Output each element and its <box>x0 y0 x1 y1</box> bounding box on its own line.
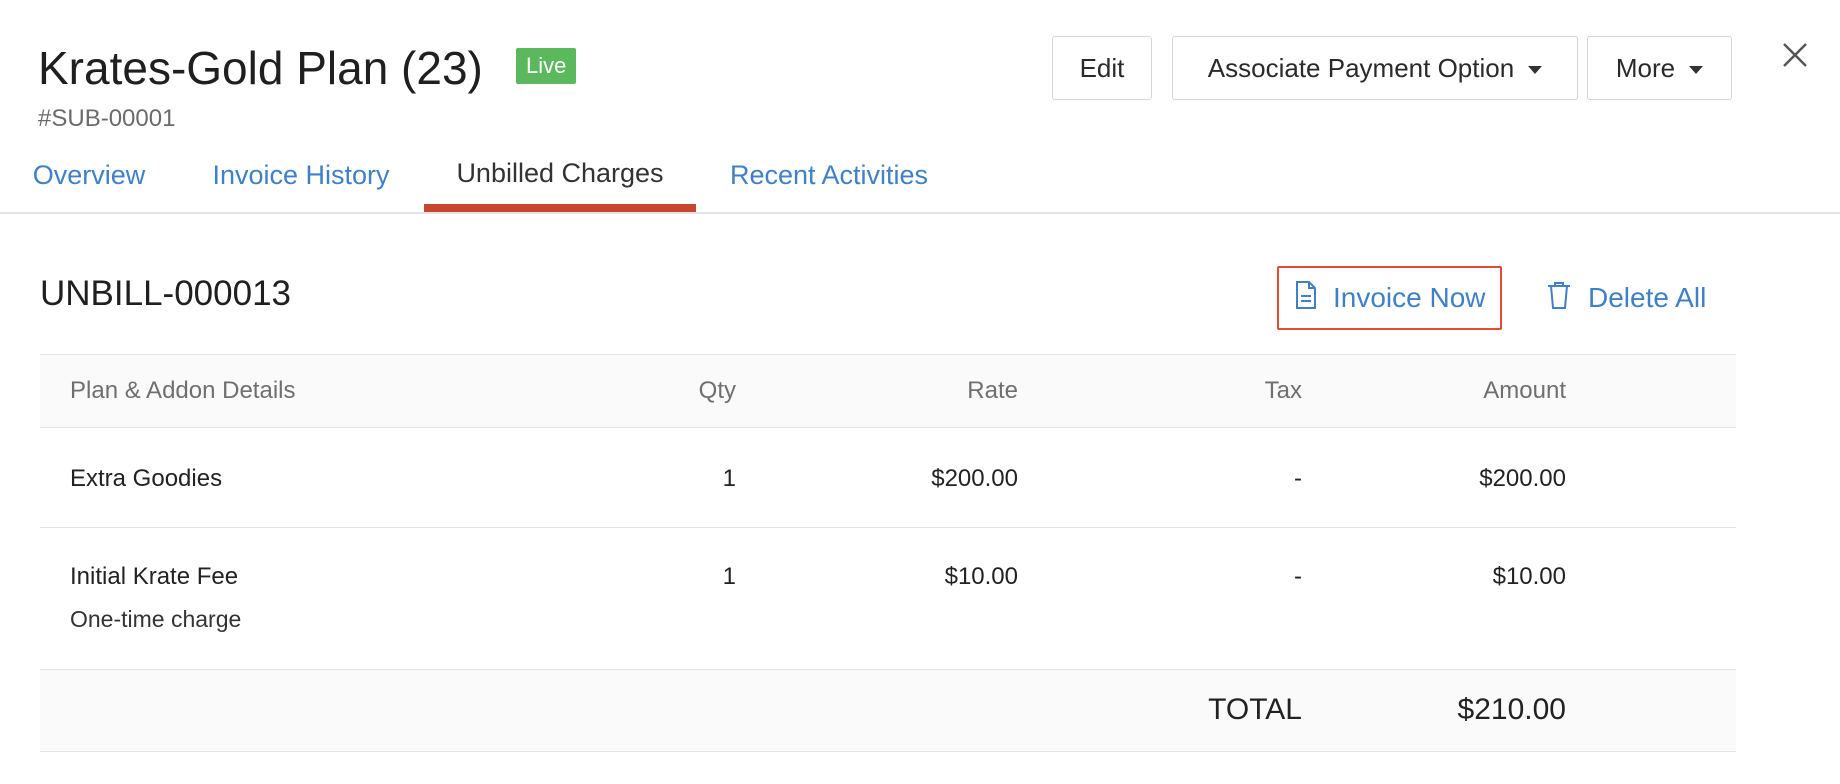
caret-down-icon <box>1528 66 1543 74</box>
trash-icon <box>1546 280 1572 317</box>
item-name: Extra Goodies <box>70 465 223 492</box>
item-amount: $200.00 <box>1479 465 1566 492</box>
tab-invoice-history[interactable]: Invoice History <box>208 140 394 212</box>
associate-payment-option-label: Associate Payment Option <box>1207 52 1515 83</box>
item-name: Initial Krate Fee <box>70 563 239 590</box>
total-value: $210.00 <box>1457 693 1566 726</box>
tab-recent-activities-label: Recent Activities <box>729 160 929 190</box>
column-header-rate: Rate <box>967 377 1018 404</box>
page-title: Krates-Gold Plan (23) <box>38 42 483 94</box>
unbilled-charges-table: Plan & Addon Details Qty Rate Tax Amount… <box>40 354 1736 752</box>
unbilled-id: UNBILL-000013 <box>40 274 291 313</box>
column-header-qty: Qty <box>698 377 736 404</box>
delete-all-button[interactable]: Delete All <box>1546 266 1706 330</box>
tab-overview[interactable]: Overview <box>30 140 148 212</box>
delete-all-label: Delete All <box>1588 282 1707 313</box>
edit-button-label: Edit <box>1079 52 1125 83</box>
tab-recent-activities[interactable]: Recent Activities <box>726 140 932 212</box>
close-icon[interactable] <box>1780 40 1810 70</box>
item-rate: $200.00 <box>931 465 1018 492</box>
invoice-now-button[interactable]: Invoice Now <box>1277 266 1502 330</box>
document-icon <box>1295 280 1317 317</box>
tab-invoice-history-label: Invoice History <box>212 160 390 190</box>
item-tax: - <box>1294 465 1302 492</box>
table-row: Extra Goodies 1 $200.00 - $200.00 <box>40 428 1736 528</box>
total-label: TOTAL <box>1208 693 1302 726</box>
total-row: TOTAL $210.00 <box>40 670 1736 752</box>
invoice-now-label: Invoice Now <box>1333 282 1486 313</box>
tab-overview-label: Overview <box>32 160 146 190</box>
item-rate: $10.00 <box>944 563 1018 590</box>
edit-button[interactable]: Edit <box>1052 36 1152 100</box>
item-tax: - <box>1294 563 1302 590</box>
item-amount: $10.00 <box>1492 563 1566 590</box>
column-header-amount: Amount <box>1483 377 1566 404</box>
item-qty: 1 <box>722 465 736 492</box>
item-qty: 1 <box>722 563 736 590</box>
subscription-id: #SUB-00001 <box>38 105 176 132</box>
caret-down-icon <box>1689 66 1704 74</box>
table-row: Initial Krate Fee One-time charge 1 $10.… <box>40 528 1736 670</box>
more-button[interactable]: More <box>1587 36 1732 100</box>
tab-unbilled-charges-label: Unbilled Charges <box>456 158 664 188</box>
status-badge: Live <box>516 48 577 84</box>
associate-payment-option-button[interactable]: Associate Payment Option <box>1172 36 1578 100</box>
tab-bar: Overview Invoice History Unbilled Charge… <box>0 140 1840 214</box>
tab-unbilled-charges[interactable]: Unbilled Charges <box>424 140 696 212</box>
table-header-row: Plan & Addon Details Qty Rate Tax Amount <box>40 354 1736 428</box>
column-header-tax: Tax <box>1264 377 1302 404</box>
item-note: One-time charge <box>70 606 242 632</box>
more-button-label: More <box>1615 52 1676 83</box>
column-header-details: Plan & Addon Details <box>70 377 296 404</box>
